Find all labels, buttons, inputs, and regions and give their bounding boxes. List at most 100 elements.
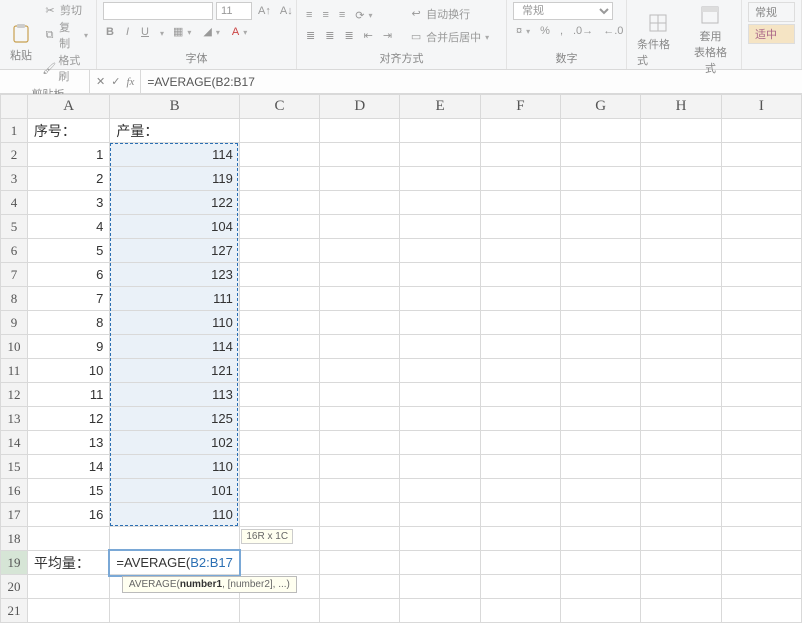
cell-F17[interactable] <box>480 503 560 527</box>
select-all-corner[interactable] <box>1 95 28 119</box>
cell-B1[interactable]: 产量： <box>110 119 239 143</box>
align-middle-button[interactable]: ≡ <box>319 7 331 24</box>
cell-I16[interactable] <box>721 479 801 503</box>
cell-A16[interactable]: 15 <box>27 479 109 503</box>
indent-inc-button[interactable]: ⇥ <box>380 27 395 44</box>
cell-B9[interactable]: 110 <box>110 311 239 335</box>
formula-cancel-button[interactable]: ✕ <box>96 75 105 88</box>
cell-A5[interactable]: 4 <box>27 215 109 239</box>
cut-button[interactable]: ✂ 剪切 <box>40 2 90 18</box>
column-header-E[interactable]: E <box>400 95 480 119</box>
row-header-6[interactable]: 6 <box>1 239 28 263</box>
orientation-button[interactable]: ⟳ <box>352 7 375 24</box>
cell-E11[interactable] <box>400 359 480 383</box>
cell-D3[interactable] <box>320 167 400 191</box>
cell-E12[interactable] <box>400 383 480 407</box>
number-format-select[interactable]: 常规 <box>513 2 613 20</box>
cell-H16[interactable] <box>641 479 721 503</box>
format-painter-button[interactable]: 🖌 格式刷 <box>40 52 90 84</box>
row-header-1[interactable]: 1 <box>1 119 28 143</box>
cell-H5[interactable] <box>641 215 721 239</box>
cell-I7[interactable] <box>721 263 801 287</box>
cell-D20[interactable] <box>320 575 400 599</box>
row-header-5[interactable]: 5 <box>1 215 28 239</box>
cell-I1[interactable] <box>721 119 801 143</box>
inc-decimal-button[interactable]: .0→ <box>570 23 596 39</box>
cell-E7[interactable] <box>400 263 480 287</box>
cell-H1[interactable] <box>641 119 721 143</box>
cell-F3[interactable] <box>480 167 560 191</box>
cell-B15[interactable]: 110 <box>110 455 239 479</box>
cell-B21[interactable] <box>110 599 239 623</box>
cell-A12[interactable]: 11 <box>27 383 109 407</box>
align-top-button[interactable]: ≡ <box>303 7 315 24</box>
cell-G7[interactable] <box>561 263 641 287</box>
fill-color-button[interactable]: ◢ <box>200 23 222 40</box>
cell-D7[interactable] <box>320 263 400 287</box>
cell-E13[interactable] <box>400 407 480 431</box>
cell-A14[interactable]: 13 <box>27 431 109 455</box>
cell-D11[interactable] <box>320 359 400 383</box>
cell-D4[interactable] <box>320 191 400 215</box>
cell-B17[interactable]: 110 <box>110 503 239 527</box>
font-size-select[interactable] <box>216 2 252 20</box>
cell-G8[interactable] <box>561 287 641 311</box>
cell-D9[interactable] <box>320 311 400 335</box>
cell-A17[interactable]: 16 <box>27 503 109 527</box>
style-neutral[interactable]: 适中 <box>748 24 795 44</box>
cell-I20[interactable] <box>721 575 801 599</box>
bold-button[interactable]: B <box>103 24 117 40</box>
cell-D15[interactable] <box>320 455 400 479</box>
cell-C19[interactable] <box>239 551 319 575</box>
cell-G15[interactable] <box>561 455 641 479</box>
table-format-button[interactable]: 套用 表格格式 <box>686 2 735 78</box>
cell-H15[interactable] <box>641 455 721 479</box>
row-header-2[interactable]: 2 <box>1 143 28 167</box>
cell-I3[interactable] <box>721 167 801 191</box>
cell-A19[interactable]: 平均量： <box>27 551 109 575</box>
fx-button[interactable]: fx <box>126 76 134 88</box>
cell-C8[interactable] <box>239 287 319 311</box>
paste-button[interactable]: 粘贴 <box>6 21 36 65</box>
italic-button[interactable]: I <box>123 24 132 40</box>
indent-dec-button[interactable]: ⇤ <box>361 27 376 44</box>
cell-A18[interactable] <box>27 527 109 551</box>
row-header-19[interactable]: 19 <box>1 551 28 575</box>
cell-H9[interactable] <box>641 311 721 335</box>
cell-H17[interactable] <box>641 503 721 527</box>
column-header-B[interactable]: B <box>110 95 239 119</box>
cell-D17[interactable] <box>320 503 400 527</box>
cell-H20[interactable] <box>641 575 721 599</box>
wrap-text-button[interactable]: ↩ 自动换行 <box>405 4 492 24</box>
cell-E1[interactable] <box>400 119 480 143</box>
cell-E21[interactable] <box>400 599 480 623</box>
cell-I6[interactable] <box>721 239 801 263</box>
cell-B6[interactable]: 127 <box>110 239 239 263</box>
cell-H4[interactable] <box>641 191 721 215</box>
cell-H21[interactable] <box>641 599 721 623</box>
cell-G17[interactable] <box>561 503 641 527</box>
cell-E5[interactable] <box>400 215 480 239</box>
cell-I8[interactable] <box>721 287 801 311</box>
cell-C6[interactable] <box>239 239 319 263</box>
cell-C21[interactable] <box>239 599 319 623</box>
row-header-10[interactable]: 10 <box>1 335 28 359</box>
cell-A20[interactable] <box>27 575 109 599</box>
cell-G5[interactable] <box>561 215 641 239</box>
row-header-4[interactable]: 4 <box>1 191 28 215</box>
cell-C1[interactable] <box>239 119 319 143</box>
align-left-button[interactable]: ≣ <box>303 27 318 44</box>
cell-C2[interactable] <box>239 143 319 167</box>
cell-H12[interactable] <box>641 383 721 407</box>
cell-I11[interactable] <box>721 359 801 383</box>
font-color-button[interactable]: A <box>229 24 250 40</box>
cell-B7[interactable]: 123 <box>110 263 239 287</box>
cell-E4[interactable] <box>400 191 480 215</box>
cell-I4[interactable] <box>721 191 801 215</box>
cell-C16[interactable] <box>239 479 319 503</box>
cell-C9[interactable] <box>239 311 319 335</box>
cell-F16[interactable] <box>480 479 560 503</box>
cell-E18[interactable] <box>400 527 480 551</box>
cell-B5[interactable]: 104 <box>110 215 239 239</box>
cell-D8[interactable] <box>320 287 400 311</box>
